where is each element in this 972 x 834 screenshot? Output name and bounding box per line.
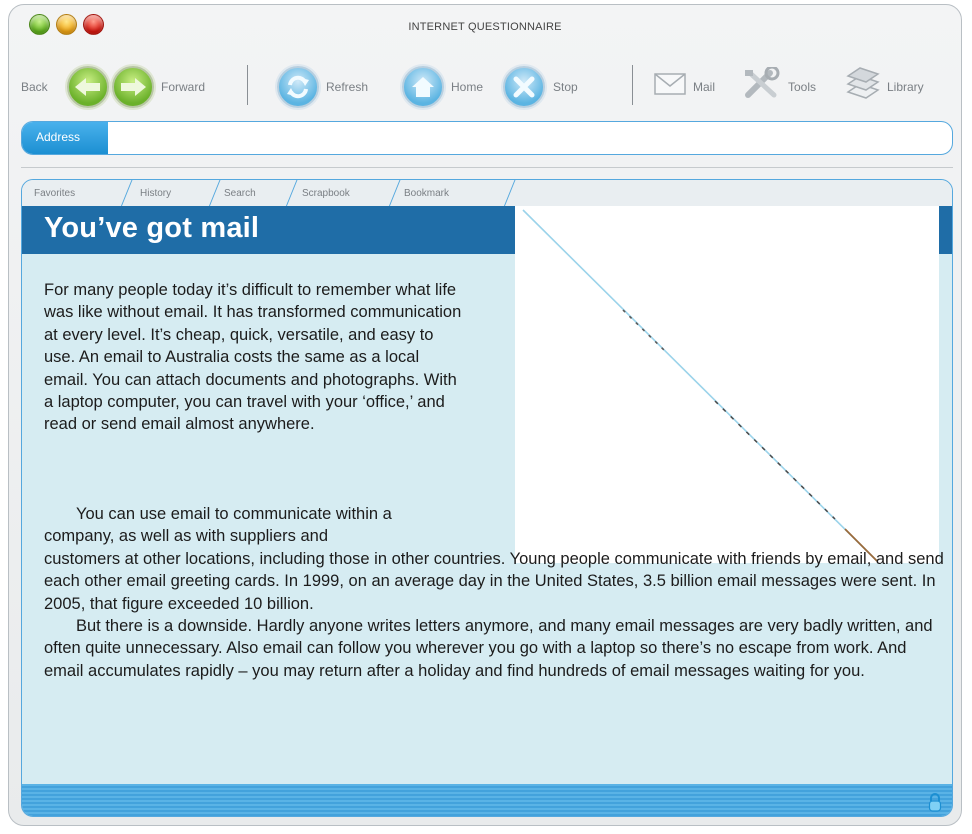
library-label[interactable]: Library [887, 80, 924, 94]
article-paragraph-2-rest: customers at other locations, including … [44, 550, 944, 613]
back-button[interactable] [67, 66, 109, 108]
tools-label[interactable]: Tools [788, 80, 816, 94]
forward-arrow-icon [121, 78, 146, 96]
toolbar-divider [632, 65, 633, 105]
tab-scrapbook[interactable]: Scrapbook [302, 188, 350, 199]
refresh-label[interactable]: Refresh [326, 80, 368, 94]
forward-label[interactable]: Forward [161, 80, 205, 94]
article-paragraph-1: For many people today it’s difficult to … [44, 281, 462, 434]
back-label[interactable]: Back [21, 80, 48, 94]
cable-line-image [522, 209, 878, 562]
tab-separator [208, 180, 221, 207]
lock-icon [928, 793, 942, 812]
address-bar[interactable]: Address [21, 121, 953, 155]
tab-search[interactable]: Search [224, 188, 256, 199]
divider [21, 167, 953, 168]
stop-label[interactable]: Stop [553, 80, 578, 94]
article-photo [515, 206, 939, 563]
mail-label[interactable]: Mail [693, 80, 715, 94]
tab-separator [120, 180, 133, 207]
library-icon[interactable] [844, 66, 882, 102]
home-label[interactable]: Home [451, 80, 483, 94]
mail-icon[interactable] [654, 73, 686, 95]
stop-icon [513, 76, 535, 98]
back-arrow-icon [75, 78, 100, 96]
article-headline: You’ve got mail [44, 212, 260, 244]
tab-separator [285, 180, 298, 207]
article-paragraph-3: But there is a downside. Hardly anyone w… [44, 617, 933, 680]
toolbar: Back Forward Refresh Home Stop Mail Tool… [9, 63, 961, 111]
address-label: Address [22, 122, 108, 154]
tab-bar: Favorites History Search Scrapbook Bookm… [22, 180, 952, 207]
home-button[interactable] [402, 66, 444, 108]
refresh-button[interactable] [277, 66, 319, 108]
home-icon [412, 77, 434, 97]
status-bar [22, 784, 952, 816]
toolbar-divider [247, 65, 248, 105]
stop-button[interactable] [503, 66, 545, 108]
forward-button[interactable] [112, 66, 154, 108]
tab-bookmark[interactable]: Bookmark [404, 188, 449, 199]
address-input[interactable] [114, 126, 938, 150]
browser-window: INTERNET QUESTIONNAIRE Back Forward Refr… [8, 4, 962, 826]
tools-icon[interactable] [742, 67, 782, 101]
tab-favorites[interactable]: Favorites [34, 188, 75, 199]
tab-separator [503, 180, 516, 207]
window-title: INTERNET QUESTIONNAIRE [408, 21, 562, 33]
tab-separator [388, 180, 401, 207]
tab-history[interactable]: History [140, 188, 171, 199]
refresh-icon [287, 75, 309, 99]
content-panel: Favorites History Search Scrapbook Bookm… [21, 179, 953, 817]
article-paragraph-2-start: You can use email to communicate within … [44, 505, 392, 546]
